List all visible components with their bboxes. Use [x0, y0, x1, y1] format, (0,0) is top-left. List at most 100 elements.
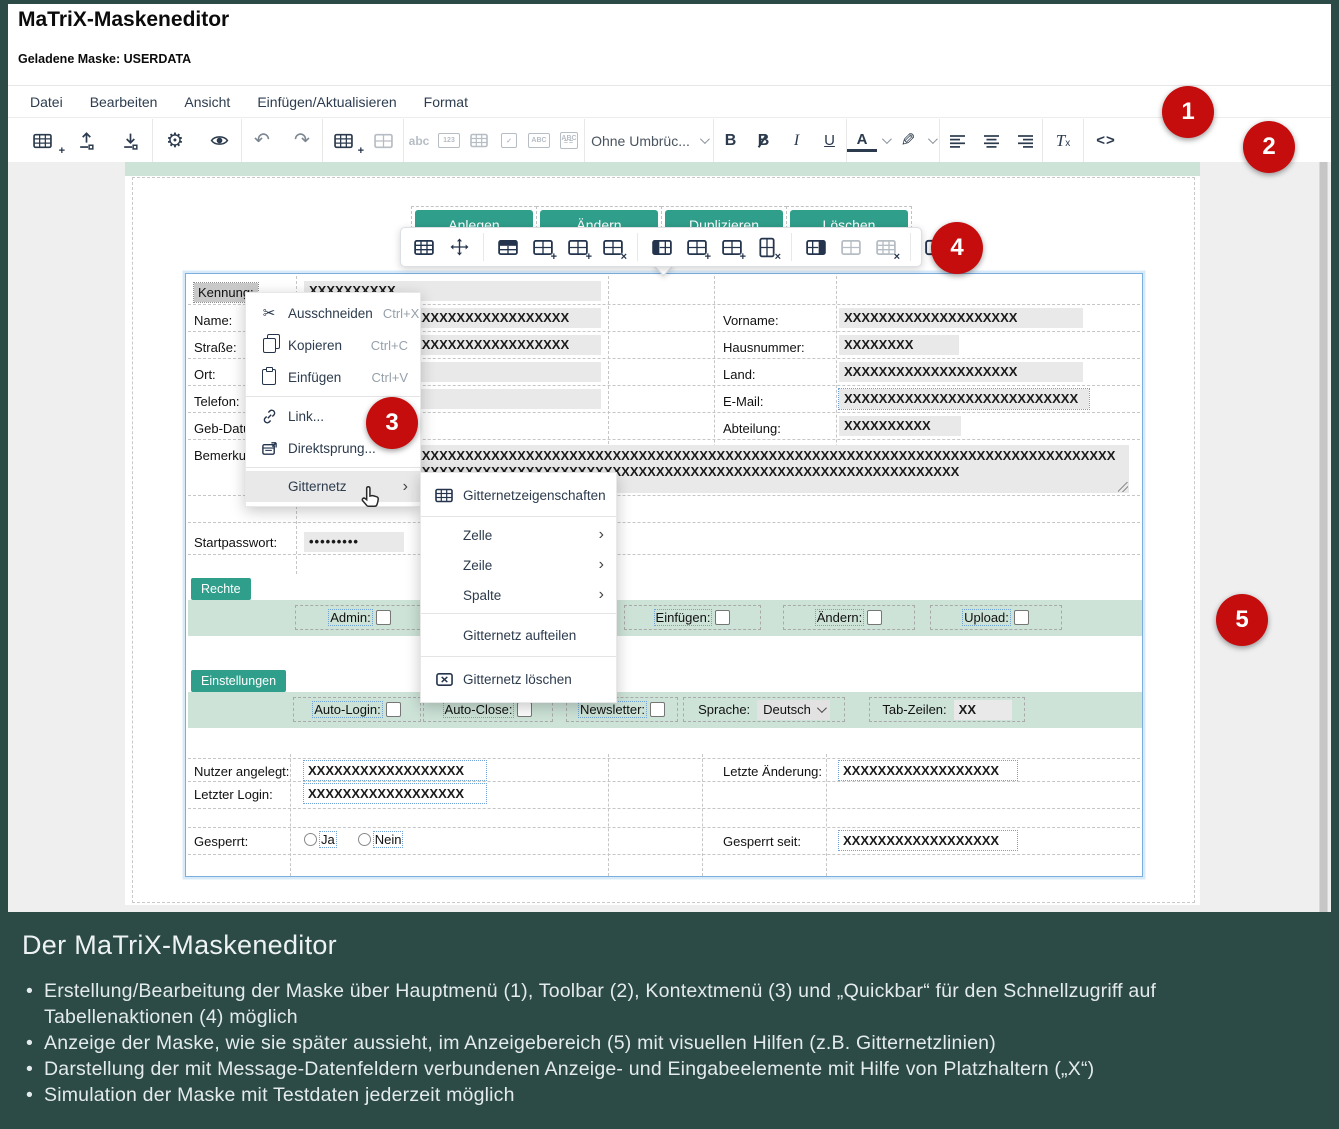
- bold-off-icon[interactable]: B: [747, 119, 780, 162]
- einfuegen-checkbox[interactable]: [715, 610, 730, 625]
- auto-login-cell: Auto-Login:: [293, 697, 421, 722]
- insert-column-right-icon[interactable]: [719, 234, 745, 260]
- submenu-item-gitternetzeigenschaften[interactable]: Gitternetzeigenschaften: [421, 477, 616, 513]
- undo-icon[interactable]: ↶: [242, 119, 282, 162]
- land-field[interactable]: XXXXXXXXXXXXXXXXXXXX: [839, 362, 1083, 382]
- telefon-label: Telefon:: [194, 394, 240, 409]
- startpasswort-field[interactable]: •••••••••: [304, 532, 404, 552]
- redo-icon[interactable]: ↷: [282, 119, 322, 162]
- ja-label: Ja: [320, 832, 336, 847]
- tab-zeilen-field[interactable]: XX: [954, 700, 1012, 720]
- chevron-down-icon: [817, 703, 827, 713]
- einstellungen-section-badge: Einstellungen: [191, 670, 286, 692]
- hand-cursor-icon: [358, 484, 384, 517]
- email-label: E-Mail:: [723, 394, 763, 409]
- menu-einfuegen-aktualisieren[interactable]: Einfügen/Aktualisieren: [257, 94, 396, 110]
- number-field-icon[interactable]: 123: [434, 119, 464, 162]
- vorname-field[interactable]: XXXXXXXXXXXXXXXXXXXX: [839, 308, 1083, 328]
- chevron-down-icon[interactable]: [923, 119, 939, 162]
- callout-badge-1: 1: [1162, 86, 1214, 138]
- gesperrt-seit-field[interactable]: XXXXXXXXXXXXXXXXXX: [839, 831, 1017, 850]
- format-select-value: Ohne Umbrüc...: [591, 133, 690, 149]
- scrollbar-thumb[interactable]: [1320, 162, 1327, 912]
- context-menu-item-einfuegen[interactable]: Einfügen Ctrl+V: [246, 361, 420, 393]
- context-menu-item-kopieren[interactable]: Kopieren Ctrl+C: [246, 329, 420, 361]
- insert-column-left-icon[interactable]: [684, 234, 710, 260]
- chevron-down-icon[interactable]: [877, 119, 893, 162]
- font-color-icon[interactable]: A: [847, 129, 877, 152]
- context-menu-item-gitternetz[interactable]: Gitternetz ›: [246, 471, 420, 502]
- auto-close-checkbox[interactable]: [517, 702, 532, 717]
- resize-handle[interactable]: [1118, 482, 1128, 492]
- clear-formatting-icon[interactable]: Tx: [1043, 119, 1083, 162]
- email-field[interactable]: XXXXXXXXXXXXXXXXXXXXXXXXXXX: [839, 389, 1089, 409]
- submenu-item-gitternetz-aufteilen[interactable]: Gitternetz aufteilen: [421, 617, 616, 653]
- underline-icon[interactable]: U: [813, 119, 846, 162]
- auto-login-checkbox[interactable]: [386, 702, 401, 717]
- align-center-icon[interactable]: [974, 119, 1008, 162]
- insert-row-below-icon[interactable]: [565, 234, 591, 260]
- submenu-item-gitternetz-loeschen[interactable]: Gitternetz löschen: [421, 660, 616, 698]
- column-header-icon[interactable]: [649, 234, 675, 260]
- merge-cells-icon[interactable]: [838, 234, 864, 260]
- footer-bullet: Erstellung/Bearbeitung der Maske über Ha…: [24, 978, 1209, 1030]
- newsletter-checkbox[interactable]: [650, 702, 665, 717]
- submenu-arrow-icon: ›: [403, 478, 408, 496]
- list-field-icon[interactable]: ABC==: [554, 119, 584, 162]
- date-check-field-icon[interactable]: ✓: [494, 119, 524, 162]
- gesperrt-label: Gesperrt:: [194, 834, 248, 849]
- split-cell-icon[interactable]: [873, 234, 899, 260]
- letzte-aenderung-field[interactable]: XXXXXXXXXXXXXXXXXX: [839, 761, 1017, 780]
- move-table-icon[interactable]: [446, 234, 472, 260]
- menu-divider: [246, 467, 420, 468]
- submenu-item-zeile[interactable]: Zeile ›: [421, 550, 616, 580]
- letzter-login-field[interactable]: XXXXXXXXXXXXXXXXXX: [304, 784, 486, 803]
- highlight-pen-icon[interactable]: ✎: [893, 119, 923, 162]
- delete-row-icon[interactable]: [600, 234, 626, 260]
- admin-checkbox[interactable]: [376, 610, 391, 625]
- context-menu-item-ausschneiden[interactable]: ✂ Ausschneiden Ctrl+X: [246, 297, 420, 329]
- new-mask-icon[interactable]: [20, 128, 64, 154]
- table-layout-icon[interactable]: [363, 119, 403, 162]
- menu-item-label: Gitternetz löschen: [463, 672, 604, 687]
- quickbar-separator: [637, 233, 638, 261]
- align-right-icon[interactable]: [1008, 119, 1042, 162]
- menu-bearbeiten[interactable]: Bearbeiten: [90, 94, 158, 110]
- letzter-login-label: Letzter Login:: [194, 787, 273, 802]
- text-field-icon[interactable]: abc: [404, 119, 434, 162]
- submenu-item-spalte[interactable]: Spalte ›: [421, 580, 616, 610]
- align-left-icon[interactable]: [940, 119, 974, 162]
- bold-icon[interactable]: B: [714, 119, 747, 162]
- gesperrt-radio-group: Ja Nein: [304, 832, 402, 847]
- format-select[interactable]: Ohne Umbrüc...: [585, 119, 713, 162]
- ja-radio[interactable]: [304, 833, 317, 846]
- insert-table-icon[interactable]: [323, 128, 363, 154]
- menu-ansicht[interactable]: Ansicht: [184, 94, 230, 110]
- preview-eye-icon[interactable]: [197, 119, 241, 162]
- hausnummer-field[interactable]: XXXXXXXX: [839, 335, 959, 355]
- upload-icon[interactable]: [64, 119, 108, 162]
- upload-checkbox[interactable]: [1014, 610, 1029, 625]
- menu-format[interactable]: Format: [424, 94, 468, 110]
- row-header-icon[interactable]: [495, 234, 521, 260]
- italic-icon[interactable]: I: [780, 119, 813, 162]
- loaded-mask-label: Geladene Maske: USERDATA: [18, 52, 191, 66]
- table-icon[interactable]: [411, 234, 437, 260]
- tab-zeilen-label: Tab-Zeilen:: [882, 702, 946, 717]
- callout-badge-5: 5: [1216, 594, 1268, 646]
- menu-datei[interactable]: Datei: [30, 94, 63, 110]
- nein-radio[interactable]: [358, 833, 371, 846]
- settings-gear-icon[interactable]: ⚙: [153, 119, 197, 162]
- download-icon[interactable]: [108, 119, 152, 162]
- caps-field-icon[interactable]: ABC: [524, 119, 554, 162]
- delete-column-icon[interactable]: [754, 234, 780, 260]
- aendern-checkbox[interactable]: [867, 610, 882, 625]
- code-view-icon[interactable]: <>: [1084, 119, 1128, 162]
- sprache-select[interactable]: Deutsch: [757, 700, 830, 720]
- cell-properties-icon[interactable]: [803, 234, 829, 260]
- insert-row-above-icon[interactable]: [530, 234, 556, 260]
- table-field-icon[interactable]: [464, 119, 494, 162]
- nutzer-angelegt-field[interactable]: XXXXXXXXXXXXXXXXXX: [304, 761, 486, 780]
- abteilung-field[interactable]: XXXXXXXXXX: [839, 416, 961, 436]
- submenu-item-zelle[interactable]: Zelle ›: [421, 520, 616, 550]
